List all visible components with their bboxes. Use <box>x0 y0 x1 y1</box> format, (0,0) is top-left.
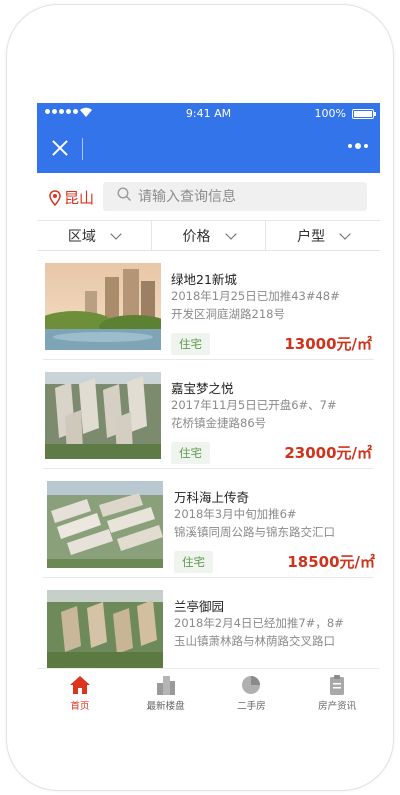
listing-address: 开发区洞庭湖路218号 <box>171 307 285 321</box>
listing-list: 绿地21新城 2018年1月25日已加推43#48# 开发区洞庭湖路218号 住… <box>37 251 380 668</box>
tab-label: 最新楼盘 <box>146 701 185 712</box>
tab-label: 二手房 <box>237 701 266 712</box>
tab-new-listings[interactable]: 最新楼盘 <box>123 669 209 720</box>
listing-name: 万科海上传奇 <box>174 490 250 505</box>
listing-price: 13000元/㎡ <box>284 335 372 353</box>
listing-item[interactable]: 嘉宝梦之悦 2017年11月5日已开盘6#、7# 花桥镇金捷路86号 住宅 23… <box>37 360 380 469</box>
property-type-badge: 住宅 <box>174 551 213 573</box>
close-icon[interactable] <box>49 137 71 159</box>
listing-item[interactable]: 万科海上传奇 2018年3月中旬加推6# 锦溪镇同周公路与锦东路交汇口 住宅 1… <box>37 469 380 578</box>
filter-layout[interactable]: 户型 <box>266 221 380 250</box>
listing-address: 锦溪镇同周公路与锦东路交汇口 <box>174 525 335 539</box>
property-type-badge: 住宅 <box>171 333 210 355</box>
filter-price[interactable]: 价格 <box>152 221 267 250</box>
listing-item[interactable]: 绿地21新城 2018年1月25日已加推43#48# 开发区洞庭湖路218号 住… <box>37 251 380 360</box>
city-selector[interactable]: 昆山 <box>49 187 94 208</box>
listing-price: 23000元/㎡ <box>284 444 372 462</box>
filter-region[interactable]: 区域 <box>37 221 152 250</box>
listing-photo <box>45 372 161 459</box>
tab-news[interactable]: 房产资讯 <box>294 669 380 720</box>
filter-label: 价格 <box>182 228 211 245</box>
chevron-down-icon <box>339 227 351 240</box>
top-bar: 9:41 AM 100% <box>37 103 380 173</box>
buildings-icon <box>155 675 177 695</box>
tab-label: 房产资讯 <box>318 701 357 712</box>
listing-address: 花桥镇金捷路86号 <box>171 416 267 430</box>
listing-photo <box>45 263 161 350</box>
location-pin-icon <box>49 189 61 206</box>
app-screen: 9:41 AM 100% 昆山 请输入查询信息 区域 价格 户型 绿地21新城 … <box>37 103 380 720</box>
listing-sale-info: 2018年3月中旬加推6# <box>174 507 297 521</box>
battery-percent: 100% <box>314 107 346 120</box>
clipboard-icon <box>326 675 348 695</box>
filter-bar: 区域 价格 户型 <box>37 220 380 251</box>
property-type-badge: 住宅 <box>171 442 210 464</box>
listing-price: 18500元/㎡ <box>287 553 375 571</box>
tab-second-hand[interactable]: 二手房 <box>209 669 295 720</box>
tab-label: 首页 <box>70 701 90 712</box>
listing-photo <box>47 481 163 568</box>
more-options-icon[interactable] <box>348 143 368 149</box>
listing-name: 绿地21新城 <box>171 272 237 287</box>
listing-sale-info: 2018年1月25日已加推43#48# <box>171 289 340 303</box>
search-bar: 昆山 <box>37 173 380 219</box>
tab-home[interactable]: 首页 <box>37 669 123 720</box>
city-name: 昆山 <box>64 189 95 207</box>
nav-divider <box>82 138 83 160</box>
listing-sale-info: 2018年2月4日已经加推7#，8# <box>174 616 344 630</box>
filter-label: 户型 <box>297 228 326 245</box>
search-input[interactable] <box>138 188 358 205</box>
chevron-down-icon <box>224 227 237 240</box>
listing-address: 玉山镇萧林路与林荫路交叉路口 <box>174 634 335 648</box>
bottom-tab-bar: 首页 最新楼盘 二手房 房产资讯 <box>37 668 380 720</box>
listing-name: 嘉宝梦之悦 <box>171 381 234 396</box>
phone-frame: 9:41 AM 100% 昆山 请输入查询信息 区域 价格 户型 绿地21新城 … <box>6 4 394 791</box>
filter-label: 区域 <box>67 228 96 245</box>
home-icon <box>69 675 91 695</box>
pie-icon <box>240 675 262 695</box>
chevron-down-icon <box>110 227 122 240</box>
search-icon <box>117 187 132 206</box>
battery-icon <box>352 109 376 119</box>
status-bar: 9:41 AM 100% <box>37 103 380 125</box>
listing-sale-info: 2017年11月5日已开盘6#、7# <box>171 398 337 412</box>
search-box[interactable] <box>103 182 367 211</box>
listing-name: 兰亭御园 <box>174 599 225 614</box>
listing-item[interactable]: 兰亭御园 2018年2月4日已经加推7#，8# 玉山镇萧林路与林荫路交叉路口 <box>37 578 380 668</box>
listing-photo <box>47 590 163 668</box>
